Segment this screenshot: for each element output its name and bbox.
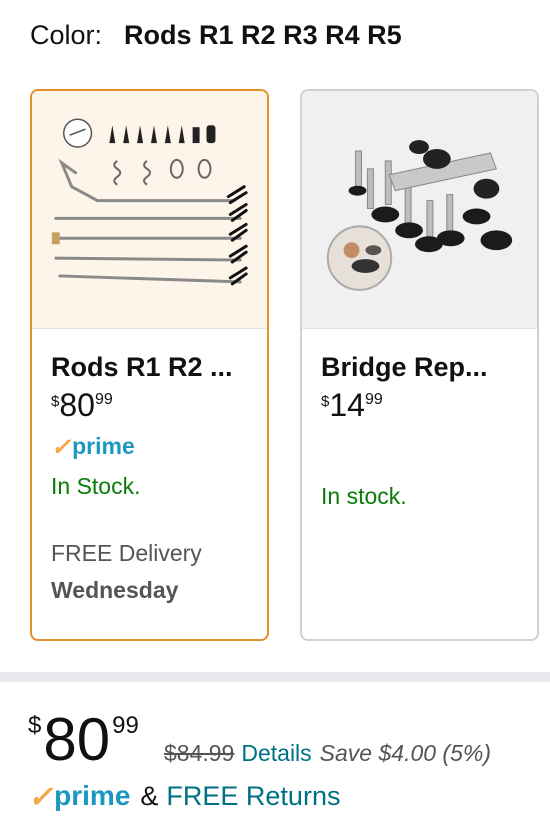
buybox-price-fraction: 99: [112, 712, 139, 739]
ampersand: &: [140, 780, 159, 811]
prime-label: prime: [72, 432, 135, 459]
stock-status: In stock.: [321, 483, 407, 509]
prime-check-icon: ✓: [51, 434, 72, 461]
details-link[interactable]: Details: [241, 740, 311, 767]
color-selector: Color: Rods R1 R2 R3 R4 R5: [30, 20, 402, 56]
free-returns-link[interactable]: FREE Returns: [166, 781, 340, 812]
prime-free-returns-row: ✓ prime & FREE Returns: [28, 780, 340, 814]
option-title: Bridge Rep...: [321, 352, 488, 382]
price-details-row: $84.99 Details Save $4.00 (5%): [164, 740, 491, 767]
product-image-bridge: [302, 91, 537, 329]
price-fraction: 99: [94, 391, 113, 408]
option-title: Rods R1 R2 ...: [51, 352, 233, 382]
delivery-label: FREE Delivery: [51, 540, 202, 566]
buybox-price-whole: 80: [43, 706, 111, 773]
price-fraction: 99: [364, 391, 383, 408]
prime-badge: ✓ prime: [51, 432, 267, 461]
option-card-rods[interactable]: Rods R1 R2 ... $ 80 99 ✓ prime In Stock.…: [30, 89, 269, 641]
price-whole: 80: [59, 387, 95, 423]
rods-illustration: [51, 118, 248, 286]
buybox-price-currency: $: [28, 712, 42, 739]
delivery-day: Wednesday: [51, 577, 179, 603]
buybox-price: $ 80 99: [28, 708, 139, 772]
prime-check-icon: ✓: [28, 781, 54, 814]
product-image-rods: [32, 91, 267, 329]
prime-label: prime: [54, 780, 131, 811]
list-price: $84.99: [164, 740, 235, 766]
section-divider: [0, 672, 550, 682]
option-price: $ 80 99: [51, 389, 267, 425]
selected-color-value: Rods R1 R2 R3 R4 R5: [124, 20, 402, 50]
savings-text: Save $4.00 (5%): [319, 740, 491, 766]
price-currency: $: [321, 393, 330, 410]
option-price: $ 14 99: [321, 389, 537, 425]
bridge-puller-illustration: [326, 140, 513, 291]
stock-status: In Stock.: [51, 473, 141, 499]
price-currency: $: [51, 393, 60, 410]
price-whole: 14: [329, 387, 365, 423]
option-card-bridge[interactable]: Bridge Rep... $ 14 99 In stock.: [300, 89, 539, 641]
color-label: Color:: [30, 20, 103, 50]
